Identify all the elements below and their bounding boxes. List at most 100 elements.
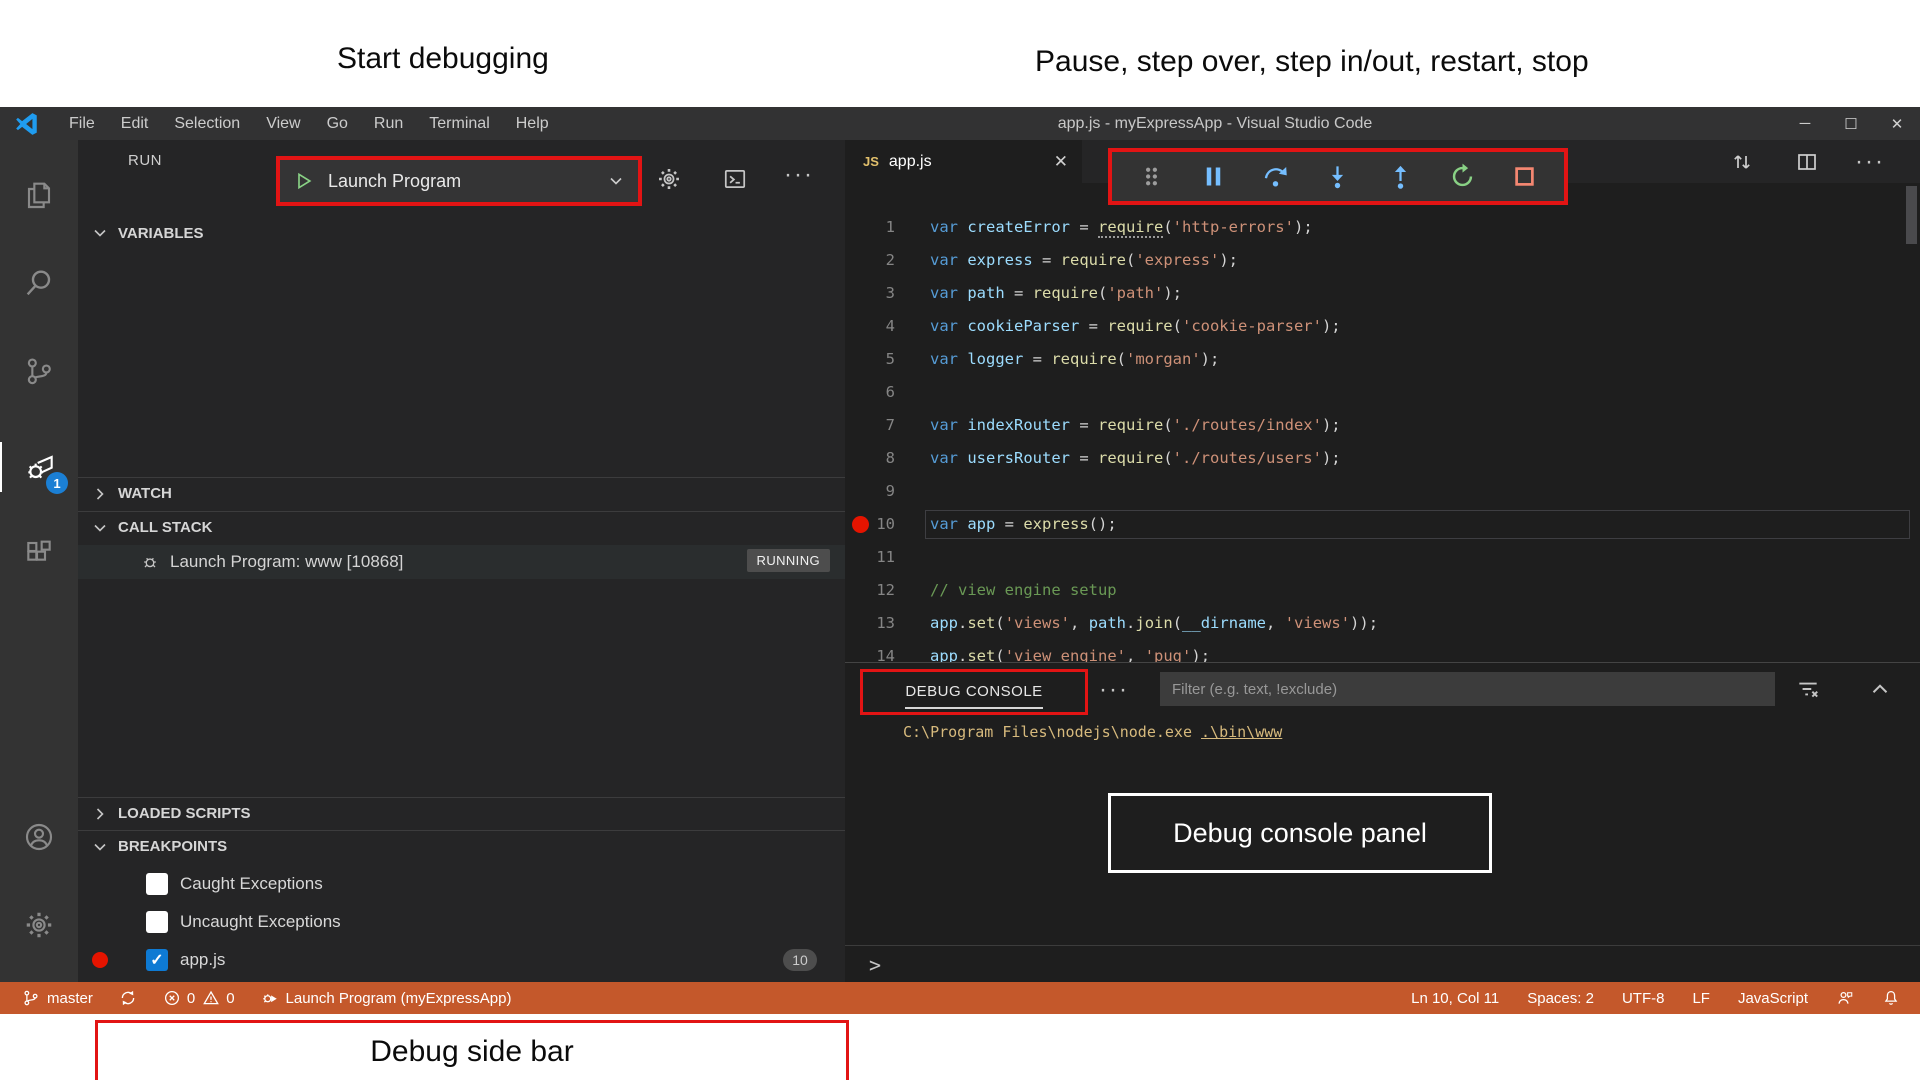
line-number: 14 [875, 640, 895, 662]
code-text: // view engine setup [930, 574, 1117, 607]
menu-run[interactable]: Run [361, 107, 416, 140]
debug-console-toggle-icon[interactable] [720, 164, 750, 194]
breakpoint-gutter[interactable] [845, 508, 875, 541]
close-icon[interactable]: ✕ [1874, 107, 1920, 140]
step-out-icon[interactable] [1385, 162, 1415, 192]
gutter[interactable] [845, 640, 875, 662]
section-variables[interactable]: VARIABLES [78, 217, 845, 249]
encoding[interactable]: UTF-8 [1622, 990, 1665, 1007]
code-line: 3 var path = require('path'); [845, 277, 1920, 310]
code-text: var indexRouter = require('./routes/inde… [930, 409, 1341, 442]
gutter[interactable] [845, 244, 875, 277]
call-stack-session-row[interactable]: Launch Program: www [10868] RUNNING [78, 545, 845, 579]
console-output-link[interactable]: .\bin\www [1201, 723, 1282, 741]
code-text: var cookieParser = require('cookie-parse… [930, 310, 1341, 343]
sync-icon[interactable] [119, 989, 137, 1007]
toolbar-drag-grip-icon[interactable] [1136, 162, 1166, 192]
tab-debug-console[interactable]: DEBUG CONSOLE [905, 683, 1042, 709]
active-debug-session[interactable]: Launch Program (myExpressApp) [261, 989, 512, 1007]
console-filter-input[interactable] [1160, 672, 1775, 706]
swap-vertical-icon[interactable] [1725, 148, 1759, 176]
launch-config-dropdown[interactable]: Launch Program [280, 160, 638, 202]
search-icon[interactable] [0, 258, 78, 308]
maximize-icon[interactable]: ☐ [1828, 107, 1874, 140]
menu-edit[interactable]: Edit [108, 107, 162, 140]
annotation-debug-side-bar: Debug side bar [95, 1020, 849, 1080]
checkbox-appjs-breakpoint[interactable]: ✓ [146, 949, 168, 971]
line-number: 13 [875, 607, 895, 640]
step-into-icon[interactable] [1323, 162, 1353, 192]
gutter[interactable] [845, 574, 875, 607]
gutter[interactable] [845, 442, 875, 475]
menu-terminal[interactable]: Terminal [416, 107, 502, 140]
code-line: 7var indexRouter = require('./routes/ind… [845, 409, 1920, 442]
gear-icon[interactable] [654, 164, 684, 194]
chevron-down-icon [92, 520, 108, 536]
gutter[interactable] [845, 343, 875, 376]
eol-sequence[interactable]: LF [1692, 990, 1710, 1007]
menu-view[interactable]: View [253, 107, 313, 140]
gutter[interactable] [845, 607, 875, 640]
menu-go[interactable]: Go [314, 107, 361, 140]
gutter[interactable] [845, 211, 875, 244]
menu-selection[interactable]: Selection [161, 107, 253, 140]
explorer-icon[interactable] [0, 170, 78, 220]
breakpoint-row-uncaught: Uncaught Exceptions [78, 904, 845, 940]
breakpoint-row-caught: Caught Exceptions [78, 866, 845, 902]
breakpoint-label: app.js [180, 950, 225, 970]
line-number: 10 [875, 508, 895, 541]
cursor-position[interactable]: Ln 10, Col 11 [1411, 990, 1499, 1007]
pause-icon[interactable] [1198, 162, 1228, 192]
editor-scrollbar[interactable] [1906, 186, 1917, 244]
menu-help[interactable]: Help [503, 107, 562, 140]
restart-icon[interactable] [1448, 162, 1478, 192]
branch-indicator[interactable]: master [22, 989, 93, 1007]
line-number: 3 [875, 277, 895, 310]
code-text: var path = require('path'); [930, 277, 1182, 310]
section-breakpoints[interactable]: BREAKPOINTS [78, 830, 845, 862]
section-loaded-scripts[interactable]: LOADED SCRIPTS [78, 797, 845, 829]
console-repl-input[interactable]: > [845, 945, 1920, 983]
filter-icon[interactable] [1793, 674, 1823, 704]
section-watch[interactable]: WATCH [78, 477, 845, 509]
extensions-icon[interactable] [0, 528, 78, 578]
split-editor-icon[interactable] [1790, 148, 1824, 176]
gutter[interactable] [845, 475, 875, 508]
gutter[interactable] [845, 310, 875, 343]
gutter[interactable] [845, 541, 875, 574]
breakpoint-dot-icon[interactable] [852, 516, 869, 533]
stop-icon[interactable] [1510, 162, 1540, 192]
line-number: 12 [875, 574, 895, 607]
minimize-icon[interactable]: ─ [1782, 107, 1828, 140]
line-number: 6 [875, 376, 895, 409]
code-line: 13app.set('views', path.join(__dirname, … [845, 607, 1920, 640]
checkbox-caught-exceptions[interactable] [146, 873, 168, 895]
screenshot-root: { "annotations": { "top_left": "Start de… [0, 0, 1920, 1080]
gutter[interactable] [845, 409, 875, 442]
status-bar: master 0 0 [0, 982, 1920, 1014]
step-over-icon[interactable] [1261, 162, 1291, 192]
accounts-icon[interactable] [0, 812, 78, 862]
notifications-bell-icon[interactable] [1882, 989, 1900, 1007]
language-mode[interactable]: JavaScript [1738, 990, 1808, 1007]
run-and-debug-icon[interactable]: 1 [0, 442, 80, 492]
feedback-icon[interactable] [1836, 989, 1854, 1007]
gutter[interactable] [845, 277, 875, 310]
errors-icon [163, 989, 181, 1007]
breakpoint-label: Caught Exceptions [180, 874, 323, 894]
tab-appjs[interactable]: JS app.js ✕ [845, 140, 1082, 183]
section-call-stack[interactable]: CALL STACK [78, 511, 845, 543]
editor-more-actions-icon[interactable]: ··· [1853, 148, 1887, 176]
indentation[interactable]: Spaces: 2 [1527, 990, 1594, 1007]
gutter[interactable] [845, 376, 875, 409]
settings-gear-icon[interactable] [0, 900, 78, 950]
more-actions-icon[interactable]: ··· [784, 160, 814, 190]
menu-file[interactable]: File [56, 107, 108, 140]
problems-indicator[interactable]: 0 0 [163, 989, 235, 1007]
panel-more-actions-icon[interactable]: ··· [1099, 675, 1129, 705]
checkbox-uncaught-exceptions[interactable] [146, 911, 168, 933]
annotation-debug-toolbar: Pause, step over, step in/out, restart, … [1035, 45, 1589, 79]
source-control-icon[interactable] [0, 346, 78, 396]
chevron-up-icon[interactable] [1865, 674, 1895, 704]
tab-close-icon[interactable]: ✕ [1054, 152, 1068, 172]
